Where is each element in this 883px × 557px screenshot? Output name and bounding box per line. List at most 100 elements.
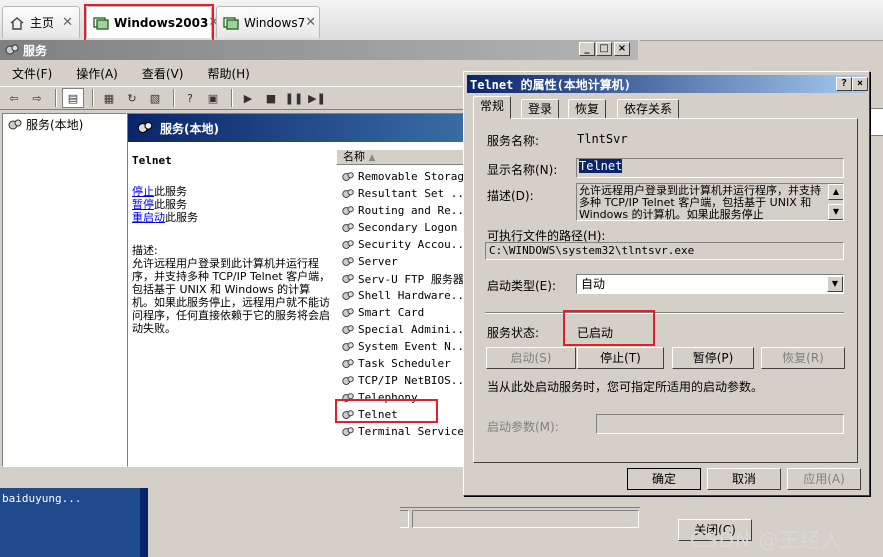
pause-icon[interactable]: ❚❚ xyxy=(284,89,304,107)
refresh-icon[interactable]: ↻ xyxy=(122,89,142,107)
play-icon[interactable]: ▶ xyxy=(238,89,258,107)
window-title: 服务 xyxy=(23,43,48,58)
startup-params-input[interactable] xyxy=(596,414,844,434)
gears-icon xyxy=(342,222,354,232)
gears-icon xyxy=(342,205,354,215)
gears-icon xyxy=(342,409,354,419)
chevron-down-icon[interactable]: ▼ xyxy=(827,276,843,292)
list-item[interactable]: Routing and Re... xyxy=(336,202,468,219)
stop-icon[interactable]: ■ xyxy=(261,89,281,107)
startup-type-select[interactable]: 自动 ▼ xyxy=(576,274,844,294)
menu-view[interactable]: 查看(V) xyxy=(130,65,196,82)
list-item[interactable]: Removable Storage xyxy=(336,168,468,185)
gears-icon xyxy=(8,119,22,129)
properties-icon[interactable]: ▦ xyxy=(99,89,119,107)
list-item[interactable]: Telephony xyxy=(336,389,468,406)
tab-general[interactable]: 常规 xyxy=(473,96,512,119)
column-header-label: 名称 xyxy=(343,150,365,163)
description-field[interactable]: 允许远程用户登录到此计算机并运行程序，并支持多种 TCP/IP Telnet 客… xyxy=(576,183,844,221)
maximize-button[interactable]: □ xyxy=(596,42,612,56)
gears-icon xyxy=(342,290,354,300)
menu-action[interactable]: 操作(A) xyxy=(64,65,130,82)
tree-item-label: 服务(本地) xyxy=(26,118,84,132)
help-icon[interactable]: ? xyxy=(180,89,200,107)
status-panel xyxy=(412,510,639,528)
apply-button[interactable]: 应用(A) xyxy=(787,468,861,490)
list-item[interactable]: Serv-U FTP 服务器 xyxy=(336,270,468,287)
list-item[interactable]: Smart Card xyxy=(336,304,468,321)
resume-button[interactable]: 恢复(R) xyxy=(761,347,845,369)
list-item-label: System Event N... xyxy=(358,340,468,353)
minimize-button[interactable]: _ xyxy=(579,42,595,56)
description-value: 允许远程用户登录到此计算机并运行程序，并支持多种 TCP/IP Telnet 客… xyxy=(579,184,821,221)
gears-icon xyxy=(137,121,153,134)
stop-button[interactable]: 停止(T) xyxy=(577,347,664,369)
list-item-label: Secondary Logon xyxy=(358,221,458,234)
help-button[interactable]: ? xyxy=(836,77,852,91)
startup-type-value: 自动 xyxy=(581,277,606,291)
vm-icon xyxy=(223,16,239,30)
menu-file[interactable]: 文件(F) xyxy=(0,65,64,82)
gears-icon xyxy=(342,392,354,402)
tab-recovery[interactable]: 恢复 xyxy=(568,99,607,119)
close-icon[interactable]: ✕ xyxy=(62,15,73,30)
forward-icon[interactable]: ⇨ xyxy=(27,89,47,107)
home-icon xyxy=(10,16,24,30)
restart-link[interactable]: 重启动 xyxy=(132,211,165,224)
list-item-label: Telephony xyxy=(358,391,418,404)
list-item-label: Resultant Set ... xyxy=(358,187,468,200)
list-item[interactable]: Telnet xyxy=(336,406,468,423)
scroll-down-icon[interactable]: ▼ xyxy=(828,204,843,220)
list-item[interactable]: Secondary Logon xyxy=(336,219,468,236)
menu-help[interactable]: 帮助(H) xyxy=(195,65,261,82)
back-icon[interactable]: ⇦ xyxy=(4,89,24,107)
list-item[interactable]: Security Accou... xyxy=(336,236,468,253)
list-item[interactable]: Shell Hardware... xyxy=(336,287,468,304)
export-icon[interactable]: ▧ xyxy=(145,89,165,107)
column-header-name[interactable]: 名称 ▲ xyxy=(336,149,468,165)
gears-icon xyxy=(342,358,354,368)
scroll-up-icon[interactable]: ▲ xyxy=(828,184,843,200)
tab-windows7[interactable]: Windows7 ✕ xyxy=(216,6,320,38)
tab-home[interactable]: 主页 ✕ xyxy=(2,6,80,38)
tab-dependencies[interactable]: 依存关系 xyxy=(617,99,680,119)
close-button[interactable]: × xyxy=(852,77,868,91)
toolbar-separator xyxy=(231,89,233,107)
tab-windows2003[interactable]: Windows2003 ✕ xyxy=(86,6,219,38)
service-name-value: TlntSvr xyxy=(577,132,628,146)
list-item[interactable]: Resultant Set ... xyxy=(336,185,468,202)
pause-button[interactable]: 暂停(P) xyxy=(672,347,754,369)
display-name-label: 显示名称(N): xyxy=(487,163,558,177)
gears-icon xyxy=(342,426,354,436)
list-item-label: Terminal Services xyxy=(358,425,468,438)
pause-link[interactable]: 暂停 xyxy=(132,198,154,211)
list-item-label: Special Admini... xyxy=(358,323,468,336)
tree-item-services-local[interactable]: 服务(本地) xyxy=(7,116,126,133)
close-icon[interactable]: ✕ xyxy=(305,15,316,30)
startup-type-label: 启动类型(E): xyxy=(487,279,556,293)
link-suffix: 此服务 xyxy=(154,198,187,211)
console-icon[interactable]: ▣ xyxy=(203,89,223,107)
close-button[interactable]: × xyxy=(614,42,630,56)
cancel-button[interactable]: 取消 xyxy=(707,468,781,490)
tab-logon[interactable]: 登录 xyxy=(521,99,560,119)
list-item[interactable]: Special Admini... xyxy=(336,321,468,338)
start-button[interactable]: 启动(S) xyxy=(486,347,576,369)
list-item-label: Security Accou... xyxy=(358,238,468,251)
vm-icon xyxy=(93,16,109,30)
list-item[interactable]: System Event N... xyxy=(336,338,468,355)
service-status-label: 服务状态: xyxy=(487,326,540,340)
watermark: CSDN @王经人 xyxy=(690,528,843,552)
description-label: 描述: xyxy=(132,244,158,257)
path-field[interactable]: C:\WINDOWS\system32\tlntsvr.exe xyxy=(485,242,844,260)
restart-icon[interactable]: ▶❚ xyxy=(307,89,327,107)
display-name-field[interactable]: Telnet xyxy=(576,158,844,178)
gears-icon xyxy=(5,44,19,55)
list-item[interactable]: Task Scheduler xyxy=(336,355,468,372)
list-item[interactable]: Terminal Services xyxy=(336,423,468,440)
list-item[interactable]: TCP/IP NetBIOS... xyxy=(336,372,468,389)
stop-link[interactable]: 停止 xyxy=(132,185,154,198)
show-tree-icon[interactable]: ▤ xyxy=(62,88,84,108)
list-item[interactable]: Server xyxy=(336,253,468,270)
ok-button[interactable]: 确定 xyxy=(627,468,701,490)
